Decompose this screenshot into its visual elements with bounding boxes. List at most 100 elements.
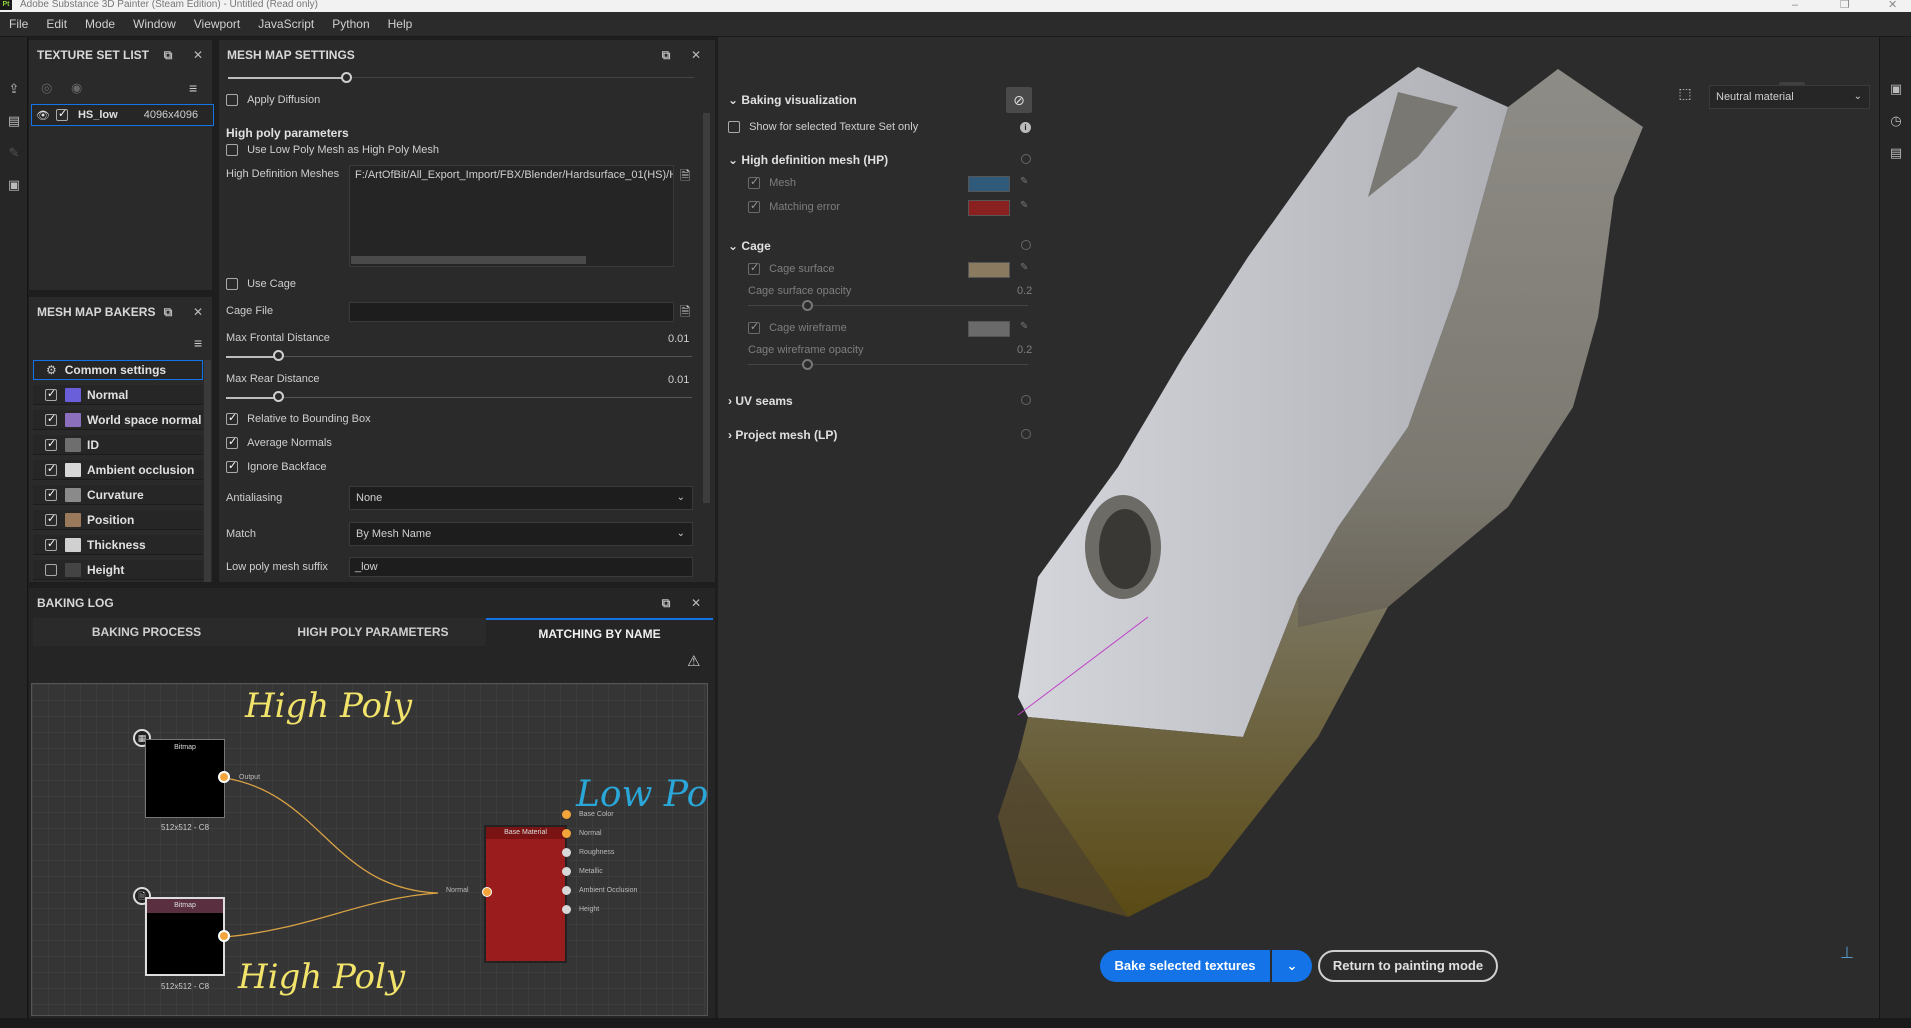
material-socket[interactable] xyxy=(562,886,571,895)
mesh-checkbox[interactable] xyxy=(748,175,760,190)
relative-bbox-row[interactable]: Relative to Bounding Box xyxy=(226,411,371,426)
baker-checkbox[interactable] xyxy=(45,462,57,476)
menu-javascript[interactable]: JavaScript xyxy=(249,17,323,31)
material-select[interactable]: Neutral material ⌄ xyxy=(1709,85,1870,109)
document-icon[interactable]: ▣ xyxy=(6,177,22,193)
visibility-icon[interactable]: ◉ xyxy=(71,80,82,96)
apply-diffusion-checkbox[interactable] xyxy=(226,94,238,107)
project-mesh-heading[interactable]: › Project mesh (LP) xyxy=(728,428,837,442)
common-settings-item[interactable]: ⚙ Common settings xyxy=(33,360,203,380)
close-panel-icon[interactable]: ✕ xyxy=(689,596,703,610)
close-panel-icon[interactable]: ✕ xyxy=(191,305,205,319)
matching-error-row[interactable]: Matching error xyxy=(748,199,840,214)
material-socket[interactable] xyxy=(562,848,571,857)
baker-checkbox[interactable] xyxy=(45,512,57,526)
matching-error-color-swatch[interactable] xyxy=(968,200,1010,216)
material-socket[interactable] xyxy=(562,810,571,819)
base-material-input-port[interactable] xyxy=(482,887,492,897)
cage-wireframe-color-swatch[interactable] xyxy=(968,321,1010,337)
menu-help[interactable]: Help xyxy=(379,17,422,31)
mesh-color-swatch[interactable] xyxy=(968,176,1010,192)
max-rear-value[interactable]: 0.01 xyxy=(668,374,689,386)
max-frontal-knob[interactable] xyxy=(273,350,284,361)
baker-checkbox[interactable] xyxy=(45,563,57,576)
use-cage-row[interactable]: Use Cage xyxy=(226,278,296,291)
baker-item[interactable]: Height xyxy=(33,560,203,580)
undock-icon[interactable]: ⧉ xyxy=(161,48,175,62)
tab-baking-process[interactable]: BAKING PROCESS xyxy=(33,618,260,646)
list-menu-icon[interactable]: ≡ xyxy=(189,80,197,96)
cage-file-field[interactable] xyxy=(349,302,674,322)
uv-seams-heading[interactable]: › UV seams xyxy=(728,394,793,408)
show-selected-row[interactable]: Show for selected Texture Set only xyxy=(728,121,918,134)
baker-item[interactable]: Thickness xyxy=(33,535,203,555)
tab-high-poly-parameters[interactable]: HIGH POLY PARAMETERS xyxy=(260,618,486,646)
max-frontal-value[interactable]: 0.01 xyxy=(668,333,689,345)
picker-icon[interactable]: ✎ xyxy=(1020,321,1028,332)
baker-item[interactable]: Position xyxy=(33,510,203,530)
baker-item[interactable]: Ambient occlusion xyxy=(33,460,203,480)
bakers-menu-icon[interactable]: ≡ xyxy=(194,335,202,351)
baking-visualization-heading[interactable]: ⌄ Baking visualization xyxy=(728,93,857,107)
baker-item[interactable]: ID xyxy=(33,435,203,455)
apply-diffusion-row[interactable]: Apply Diffusion xyxy=(226,94,320,107)
cage-wireframe-opacity-knob[interactable] xyxy=(802,359,813,370)
tab-matching-by-name[interactable]: MATCHING BY NAME xyxy=(486,618,713,646)
maximize-icon[interactable]: ❐ xyxy=(1840,0,1850,11)
camera-frame-icon[interactable]: ⬚ xyxy=(1675,84,1695,102)
picker-icon[interactable]: ✎ xyxy=(1020,200,1028,211)
bakers-scrollbar[interactable] xyxy=(204,360,211,582)
menu-mode[interactable]: Mode xyxy=(76,17,124,31)
reset-icon[interactable] xyxy=(1021,154,1031,164)
use-low-as-high-row[interactable]: Use Low Poly Mesh as High Poly Mesh xyxy=(226,144,439,157)
cage-heading[interactable]: ⌄ Cage xyxy=(728,239,771,253)
hide-visualization-icon[interactable]: ⊘ xyxy=(1006,87,1032,113)
relative-bbox-checkbox[interactable] xyxy=(226,411,238,426)
material-socket[interactable] xyxy=(562,867,571,876)
history-icon[interactable]: ◷ xyxy=(1888,113,1904,129)
cage-surface-opacity-value[interactable]: 0.2 xyxy=(1017,285,1032,297)
hd-meshes-list[interactable]: F:/ArtOfBit/All_Export_Import/FBX/Blende… xyxy=(349,165,674,267)
baker-item[interactable]: World space normal xyxy=(33,410,203,430)
texture-set-checkbox[interactable] xyxy=(55,107,68,121)
undock-icon[interactable]: ⧉ xyxy=(659,48,673,62)
ignore-backface-checkbox[interactable] xyxy=(226,459,238,474)
material-socket[interactable] xyxy=(562,829,571,838)
average-normals-checkbox[interactable] xyxy=(226,435,238,450)
menu-viewport[interactable]: Viewport xyxy=(185,17,249,31)
close-panel-icon[interactable]: ✕ xyxy=(689,48,703,62)
return-to-painting-button[interactable]: Return to painting mode xyxy=(1318,950,1498,982)
cage-wireframe-opacity-value[interactable]: 0.2 xyxy=(1017,344,1032,356)
file-icon[interactable]: 🗎 xyxy=(680,167,690,189)
hp-heading[interactable]: ⌄ High definition mesh (HP) xyxy=(728,153,888,167)
bitmap-node-2-output-port[interactable] xyxy=(218,930,230,942)
bake-icon[interactable]: ▤ xyxy=(6,113,22,129)
baker-item[interactable]: Normal xyxy=(33,385,203,405)
file-icon[interactable]: 🗎 xyxy=(680,303,690,325)
show-selected-checkbox[interactable] xyxy=(728,121,740,134)
slider-knob[interactable] xyxy=(341,72,352,83)
menu-file[interactable]: File xyxy=(0,17,37,31)
settings-panel-icon[interactable]: ▣ xyxy=(1888,81,1904,97)
mesh-row[interactable]: Mesh xyxy=(748,175,796,190)
hd-meshes-hscrollbar[interactable] xyxy=(351,256,586,264)
max-rear-knob[interactable] xyxy=(273,391,284,402)
picker-icon[interactable]: ✎ xyxy=(1020,176,1028,187)
average-normals-row[interactable]: Average Normals xyxy=(226,435,332,450)
material-socket[interactable] xyxy=(562,905,571,914)
menu-python[interactable]: Python xyxy=(323,17,378,31)
close-panel-icon[interactable]: ✕ xyxy=(191,48,205,62)
antialiasing-select[interactable]: None ⌄ xyxy=(349,486,693,510)
cage-surface-color-swatch[interactable] xyxy=(968,262,1010,278)
reset-icon[interactable] xyxy=(1021,240,1031,250)
reset-icon[interactable] xyxy=(1021,395,1031,405)
baker-checkbox[interactable] xyxy=(45,412,57,426)
matching-error-checkbox[interactable] xyxy=(748,199,760,214)
export-icon[interactable]: ⇪ xyxy=(6,81,22,97)
picker-icon[interactable]: ✎ xyxy=(1020,262,1028,273)
baker-checkbox[interactable] xyxy=(45,487,57,501)
baker-checkbox[interactable] xyxy=(45,537,57,551)
cage-wireframe-row[interactable]: Cage wireframe xyxy=(748,320,847,335)
baker-checkbox[interactable] xyxy=(45,387,57,401)
menu-window[interactable]: Window xyxy=(124,17,185,31)
